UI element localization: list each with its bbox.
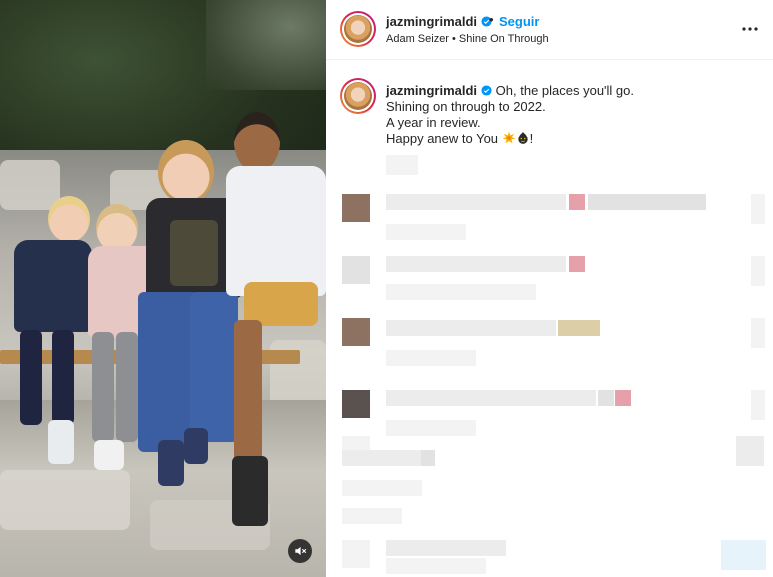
pixel-block: [751, 390, 765, 420]
avatar[interactable]: [340, 11, 376, 47]
caption-username[interactable]: jazmingrimaldi: [386, 83, 477, 98]
comment-avatar: [342, 390, 370, 418]
avatar-image: [344, 82, 372, 110]
post-info-panel: jazmingrimaldi • Seguir Adam Seizer • Sh…: [326, 0, 773, 577]
caption-text: jazmingrimaldi Oh, the places you'll go.…: [386, 83, 756, 147]
pixel-block: [751, 256, 765, 286]
comment-avatar: [342, 194, 370, 222]
pixel-block: [569, 256, 585, 272]
more-options-icon: [742, 27, 758, 31]
pixel-block: [598, 390, 614, 406]
more-options-button[interactable]: [741, 20, 759, 38]
pixel-block: [386, 350, 476, 366]
photo-background-sky: [206, 0, 326, 90]
comment-avatar: [342, 318, 370, 346]
caption-line: Happy anew to You: [386, 131, 499, 146]
caption-line: A year in review.: [386, 115, 481, 130]
pixel-block: [721, 540, 766, 570]
verified-badge-icon: [481, 85, 492, 96]
mute-button[interactable]: [288, 539, 312, 563]
pixel-block: [386, 284, 536, 300]
avatar-image: [344, 15, 372, 43]
pixel-block: [386, 224, 466, 240]
party-face-emoji: [518, 132, 528, 144]
pixel-block: [386, 558, 486, 574]
caption-end: !: [529, 131, 534, 146]
pixel-block: [386, 420, 476, 436]
follow-button[interactable]: Seguir: [499, 14, 539, 29]
caption-line: Oh, the places you'll go.: [495, 83, 634, 98]
pixel-block: [421, 450, 435, 466]
pixel-block: [386, 540, 506, 556]
pixel-block: [751, 194, 765, 224]
header-separator: •: [489, 12, 494, 27]
pixel-block: [386, 256, 566, 272]
caption-line: Shining on through to 2022.: [386, 99, 546, 114]
comment-avatar: [342, 540, 370, 568]
pixel-block: [386, 390, 596, 406]
username-text: jazmingrimaldi: [386, 14, 478, 29]
pixel-block: [386, 194, 566, 210]
comment-avatar: [342, 256, 370, 284]
pixel-block: [386, 320, 556, 336]
pixel-block: [615, 390, 631, 406]
sparkle-burst-emoji: [502, 131, 516, 144]
post-media[interactable]: [0, 0, 326, 577]
audio-muted-icon: [295, 546, 307, 556]
pixel-block: [751, 318, 765, 348]
pixel-block: [588, 194, 706, 210]
pixel-block: [342, 480, 422, 496]
pixel-block: [569, 194, 585, 210]
pixel-block: [558, 320, 600, 336]
post-header: jazmingrimaldi • Seguir Adam Seizer • Sh…: [326, 0, 773, 60]
pixel-block: [736, 436, 764, 466]
pixel-block: [342, 508, 402, 524]
username-link[interactable]: jazmingrimaldi: [386, 14, 492, 29]
caption-avatar[interactable]: [340, 78, 376, 114]
photo-stone: [0, 470, 130, 530]
pixel-block: [386, 155, 418, 175]
audio-link[interactable]: Adam Seizer • Shine On Through: [386, 33, 549, 45]
photo-stone: [0, 160, 60, 210]
